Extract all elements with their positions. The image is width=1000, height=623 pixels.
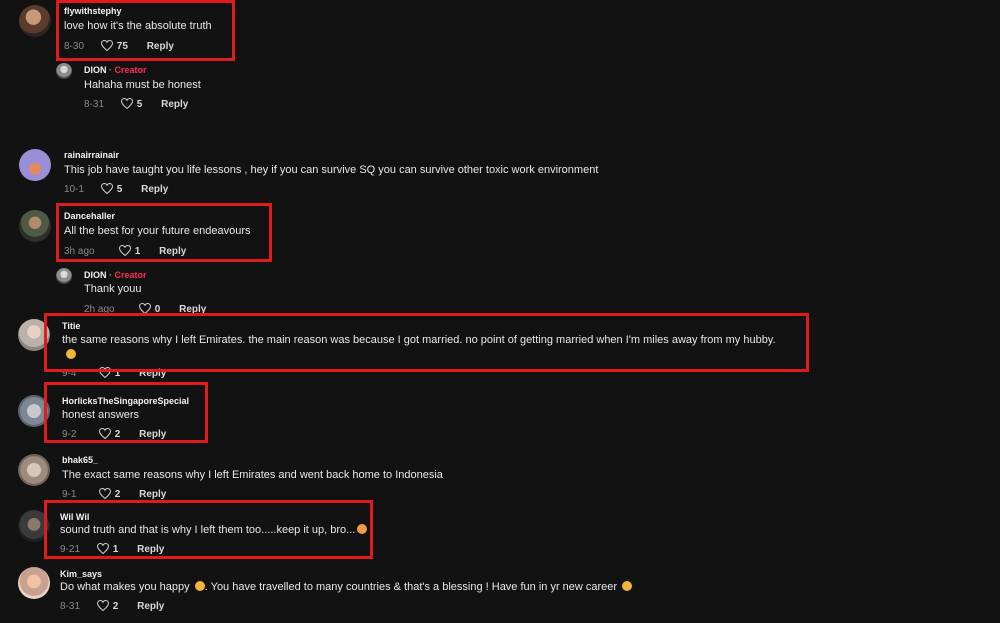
- comment-text: Do what makes you happy . You have trave…: [60, 581, 633, 593]
- comment-date: 8-31: [84, 99, 105, 110]
- avatar[interactable]: [19, 5, 51, 37]
- highlight-box: [44, 500, 373, 559]
- avatar[interactable]: [19, 149, 51, 181]
- avatar[interactable]: [56, 63, 72, 79]
- clap-emoji-icon: [622, 581, 633, 591]
- comment-meta: 8-31 5 Reply: [84, 98, 188, 110]
- reply-button[interactable]: Reply: [161, 99, 188, 110]
- reply-button[interactable]: Reply: [141, 184, 168, 195]
- comment-username[interactable]: Kim_says: [60, 569, 102, 579]
- heart-icon[interactable]: [100, 183, 113, 194]
- heart-icon[interactable]: [98, 488, 111, 499]
- comment-date: 9-1: [62, 489, 77, 500]
- comment-text: This job have taught you life lessons , …: [64, 164, 599, 176]
- reply-button[interactable]: Reply: [139, 489, 166, 500]
- avatar[interactable]: [56, 268, 72, 284]
- comment-date: 10-1: [64, 184, 85, 195]
- highlight-box: [56, 203, 272, 262]
- comment-date: 8-31: [60, 601, 81, 612]
- like-count: 5: [136, 99, 143, 110]
- like-count: 2: [114, 489, 121, 500]
- comment-text: Hahaha must be honest: [84, 79, 201, 91]
- comment-meta: 8-31 2 Reply: [60, 600, 164, 612]
- comment-username-row: DION · Creator: [84, 65, 147, 75]
- comment-meta: 10-1 5 Reply: [64, 183, 168, 195]
- highlight-box: [44, 382, 208, 443]
- comment-username[interactable]: bhak65_: [62, 455, 98, 465]
- comment-text-end: . You have travelled to many countries &…: [204, 581, 618, 593]
- separator-dot: ·: [109, 65, 113, 75]
- like-count: 5: [116, 184, 123, 195]
- avatar[interactable]: [18, 567, 50, 599]
- avatar[interactable]: [19, 210, 51, 242]
- comment-text: Thank youu: [84, 283, 142, 295]
- avatar[interactable]: [18, 454, 50, 486]
- heart-icon[interactable]: [96, 600, 109, 611]
- creator-badge: Creator: [114, 65, 147, 75]
- like-count: 2: [112, 601, 119, 612]
- heart-icon[interactable]: [120, 98, 133, 109]
- comment-username[interactable]: DION: [84, 65, 107, 75]
- comment-username[interactable]: rainairrainair: [64, 150, 119, 160]
- highlight-box: [56, 0, 235, 61]
- comment-username-row: DION · Creator: [84, 270, 147, 280]
- separator-dot: ·: [109, 270, 113, 280]
- comment-meta: 9-1 2 Reply: [62, 488, 166, 500]
- highlight-box: [44, 313, 809, 372]
- clap-emoji-icon: [194, 581, 205, 591]
- comment-text-start: Do what makes you happy: [60, 581, 190, 593]
- comment-text: The exact same reasons why I left Emirat…: [62, 469, 443, 481]
- reply-button[interactable]: Reply: [137, 601, 164, 612]
- creator-badge: Creator: [114, 270, 147, 280]
- comment-username[interactable]: DION: [84, 270, 107, 280]
